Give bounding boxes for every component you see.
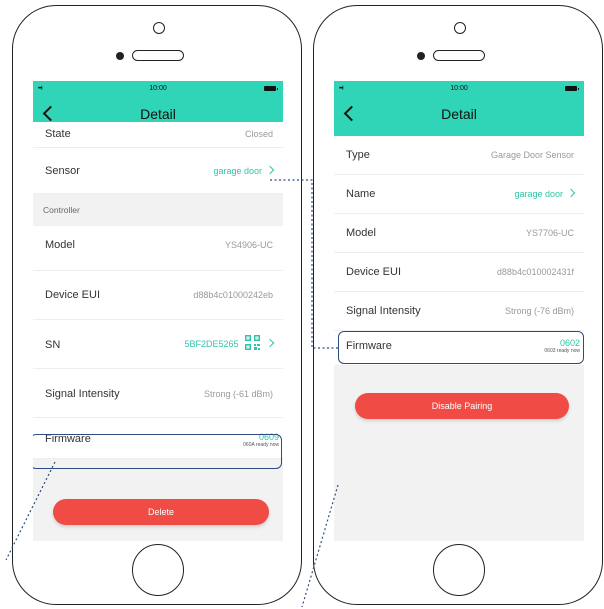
connector-left-firmware — [5, 461, 56, 561]
connector-right-bottom — [301, 484, 339, 608]
connector-lines — [5, 179, 339, 608]
connector-sensor-firmware — [270, 179, 338, 349]
